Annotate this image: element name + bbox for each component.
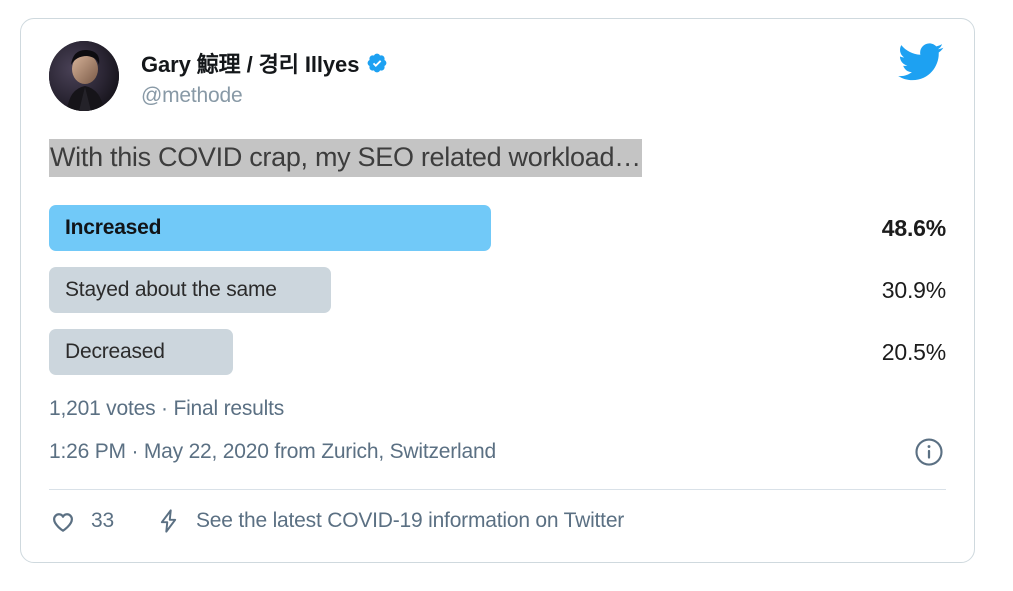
poll-bar-stayed-about-the-same: Stayed about the same [49,267,331,314]
poll-votes-line: 1,201 votes · Final results [49,397,285,421]
tweet-text-content: With this COVID crap, my SEO related wor… [49,139,642,177]
tweet-text: With this COVID crap, my SEO related wor… [49,139,946,177]
poll-option-label: Increased [65,216,162,240]
twitter-bird-icon[interactable] [898,39,944,85]
avatar[interactable] [49,41,119,111]
author-handle[interactable]: @methode [141,84,388,108]
poll-option-label: Decreased [65,340,165,364]
poll-option-row[interactable]: Increased 48.6% [49,197,946,259]
covid-info-link[interactable]: See the latest COVID-19 information on T… [196,509,624,533]
poll-option-row[interactable]: Decreased 20.5% [49,321,946,383]
poll-option-row[interactable]: Stayed about the same 30.9% [49,259,946,321]
poll-percent-stayed-about-the-same: 30.9% [881,276,946,303]
verified-badge-icon [367,53,387,73]
author-display-name[interactable]: Gary 鯨理 / 경리 Illyes [141,47,359,79]
poll-percent-increased: 48.6% [881,214,946,241]
poll: Increased 48.6% Stayed about the same 30… [49,197,946,383]
poll-percent-decreased: 20.5% [881,338,946,365]
tweet-header: Gary 鯨理 / 경리 Illyes @methode [49,19,946,111]
poll-option-label: Stayed about the same [65,278,277,302]
tweet-timestamp[interactable]: 1:26 PM · May 22, 2020 from Zurich, Swit… [49,440,496,464]
actions-row: 33 See the latest COVID-19 information o… [49,490,946,552]
lightning-bolt-icon [160,509,177,534]
covid-info-link-group[interactable]: See the latest COVID-19 information on T… [156,508,624,534]
like-button[interactable]: 33 [49,507,114,535]
like-count: 33 [91,509,114,533]
poll-bar-decreased: Decreased [49,329,233,376]
display-name-row: Gary 鯨理 / 경리 Illyes [141,47,388,79]
timestamp-row: 1:26 PM · May 22, 2020 from Zurich, Swit… [49,437,946,467]
heart-icon [53,513,73,533]
author-identity: Gary 鯨理 / 경리 Illyes @methode [141,41,388,108]
poll-bar-increased: Increased [49,205,491,252]
tweet-card: Gary 鯨理 / 경리 Illyes @methode With this C… [20,18,975,563]
info-circle-icon[interactable] [914,437,944,467]
